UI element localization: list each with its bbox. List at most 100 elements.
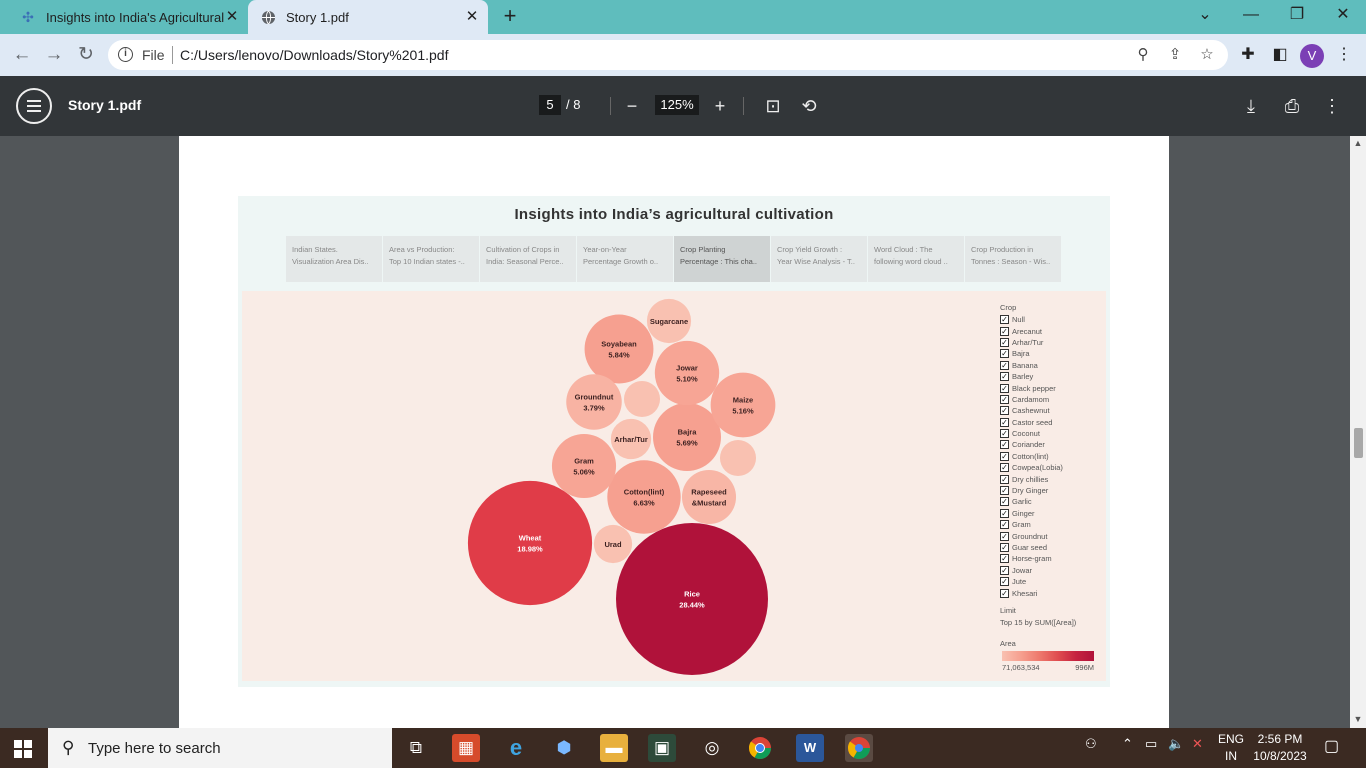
legend-item[interactable]: ✓ Jute [1000,576,1100,587]
legend-item[interactable]: ✓ Gram [1000,519,1100,530]
checkbox-icon[interactable]: ✓ [1000,486,1009,496]
legend-item[interactable]: ✓ Coriander [1000,439,1100,450]
vertical-scrollbar[interactable]: ▲ ▼ [1350,136,1366,728]
chrome-profile-icon[interactable] [845,734,873,762]
reload-button[interactable]: ↻ [73,42,99,68]
legend-item[interactable]: ✓ Groundnut [1000,530,1100,541]
legend-item[interactable]: ✓ Horse-gram [1000,553,1100,564]
print-icon[interactable]: ⎙ [1280,94,1304,118]
bookmark-star-icon[interactable]: ☆ [1197,45,1217,65]
legend-item[interactable]: ✓ Dry Ginger [1000,485,1100,496]
store-icon[interactable]: ▦ [452,734,480,762]
checkbox-icon[interactable]: ✓ [1000,372,1009,382]
legend-item[interactable]: ✓ Khesari [1000,587,1100,598]
legend-item[interactable]: ✓ Arecanut [1000,325,1100,336]
bubble[interactable] [566,374,622,430]
story-point-tab[interactable]: Crop Production in Tonnes : Season - Wis.… [965,236,1061,282]
bubble[interactable] [719,439,757,477]
profile-avatar[interactable]: V [1300,44,1324,68]
bubble[interactable] [654,340,720,406]
checkbox-icon[interactable]: ✓ [1000,474,1009,484]
checkbox-icon[interactable]: ✓ [1000,565,1009,575]
extensions-icon[interactable]: ✚ [1236,43,1260,67]
legend-item[interactable]: ✓ Cardamom [1000,394,1100,405]
checkbox-icon[interactable]: ✓ [1000,531,1009,541]
zoom-icon[interactable]: ⚲ [1133,45,1153,65]
bubble[interactable] [653,403,721,471]
zoom-out-button[interactable]: − [620,94,644,118]
hamburger-menu-icon[interactable] [16,88,52,124]
checkbox-icon[interactable]: ✓ [1000,520,1009,530]
clock[interactable]: 2:56 PM 10/8/2023 [1248,731,1312,765]
bubble[interactable] [616,523,768,675]
url-text[interactable]: C:/Users/lenovo/Downloads/Story%201.pdf [180,47,448,63]
checkbox-icon[interactable]: ✓ [1000,508,1009,518]
language-indicator[interactable]: ENG IN [1218,731,1244,765]
new-tab-button[interactable]: + [498,5,522,29]
story-point-tab[interactable]: Indian States. Visualization Area Dis.. [286,236,382,282]
rotate-icon[interactable]: ⟲ [797,94,821,118]
checkbox-icon[interactable]: ✓ [1000,406,1009,416]
scroll-thumb[interactable] [1354,428,1363,458]
legend-item[interactable]: ✓ Castor seed [1000,417,1100,428]
page-number-input[interactable]: 5 [539,95,561,115]
checkbox-icon[interactable]: ✓ [1000,497,1009,507]
side-panel-icon[interactable]: ◧ [1268,43,1292,67]
story-point-tab[interactable]: Cultivation of Crops in India: Seasonal P… [480,236,576,282]
forward-button[interactable]: → [41,42,67,68]
more-menu-icon[interactable]: ⋮ [1332,43,1356,67]
story-point-tab[interactable]: Word Cloud : The following word cloud .. [868,236,964,282]
download-icon[interactable]: ⤓ [1239,94,1263,118]
bubble[interactable] [710,372,776,438]
more-actions-icon[interactable]: ⋮ [1320,94,1344,118]
battery-icon[interactable]: ▭ [1145,736,1157,752]
checkbox-icon[interactable]: ✓ [1000,417,1009,427]
scroll-down-icon[interactable]: ▼ [1350,714,1366,726]
legend-item[interactable]: ✓ Cashewnut [1000,405,1100,416]
network-icon[interactable]: ✕ [1192,736,1203,752]
file-explorer-icon[interactable]: ▬ [600,734,628,762]
info-icon[interactable]: i [118,47,133,62]
legend-item[interactable]: ✓ Cowpea(Lobia) [1000,462,1100,473]
share-icon[interactable]: ⇪ [1165,45,1185,65]
fit-page-icon[interactable]: ⊡ [761,94,785,118]
legend-item[interactable]: ✓ Jowar [1000,565,1100,576]
tab-story-pdf[interactable]: Story 1.pdf ✕ [248,0,488,34]
pdf-viewport[interactable]: Insights into India’s agricultural culti… [0,136,1350,728]
legend-item[interactable]: ✓ Dry chillies [1000,473,1100,484]
taskbar-search[interactable]: ⚲ Type here to search [48,728,392,768]
close-window-button[interactable]: ✕ [1320,0,1366,30]
minimize-button[interactable]: — [1228,0,1274,30]
terminal-icon[interactable]: ▣ [648,734,676,762]
back-button[interactable]: ← [9,42,35,68]
maximize-button[interactable]: ❐ [1274,0,1320,30]
checkbox-icon[interactable]: ✓ [1000,394,1009,404]
checkbox-icon[interactable]: ✓ [1000,337,1009,347]
story-point-tab[interactable]: Area vs Production: Top 10 Indian states … [383,236,479,282]
story-point-tab[interactable]: Crop Yield Growth : Year Wise Analysis - … [771,236,867,282]
checkbox-icon[interactable]: ✓ [1000,577,1009,587]
legend-item[interactable]: ✓ Barley [1000,371,1100,382]
tab-search-icon[interactable]: ⌄ [1182,0,1228,30]
bubble[interactable] [584,314,654,384]
scroll-up-icon[interactable]: ▲ [1350,138,1366,150]
legend-item[interactable]: ✓ Cotton(lint) [1000,451,1100,462]
edge-icon[interactable]: e [502,734,530,762]
legend-item[interactable]: ✓ Guar seed [1000,542,1100,553]
bubble[interactable] [681,469,737,525]
checkbox-icon[interactable]: ✓ [1000,360,1009,370]
task-view-icon[interactable]: ⧉ [402,734,430,762]
bubble[interactable] [623,380,661,418]
legend-item[interactable]: ✓ Bajra [1000,348,1100,359]
notifications-icon[interactable]: ▢ [1324,736,1339,756]
legend-item[interactable]: ✓ Ginger [1000,508,1100,519]
checkbox-icon[interactable]: ✓ [1000,588,1009,598]
word-icon[interactable]: W [796,734,824,762]
chrome-icon[interactable] [746,734,774,762]
checkbox-icon[interactable]: ✓ [1000,451,1009,461]
people-icon[interactable]: ⚇ [1085,736,1097,752]
media-player-icon[interactable]: ◎ [698,734,726,762]
checkbox-icon[interactable]: ✓ [1000,326,1009,336]
volume-icon[interactable]: 🔈 [1168,736,1184,752]
zoom-level-input[interactable]: 125% [655,95,699,115]
